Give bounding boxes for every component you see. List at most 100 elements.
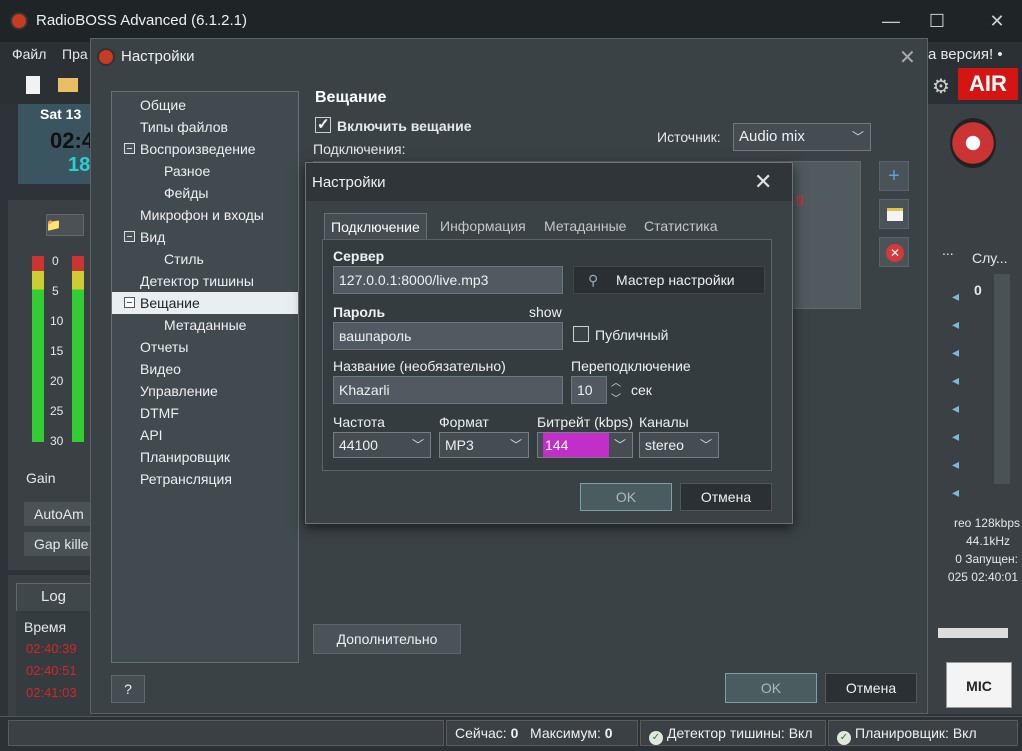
tree-item-broadcast[interactable]: Вещание [112,292,298,314]
log-tab[interactable]: Log [16,583,92,611]
password-label: Пароль [333,304,386,320]
help-button[interactable]: ? [111,675,145,703]
vertical-scrollbar[interactable] [994,274,1010,484]
close-icon[interactable]: ✕ [754,169,772,195]
server-input[interactable]: 127.0.0.1:8000/live.mp3 [333,266,563,294]
tree-item-control[interactable]: Управление [140,380,218,402]
menu-file[interactable]: Файл [12,46,46,62]
update-notice[interactable]: а версия! • [928,46,1003,63]
delete-connection-button[interactable]: ✕ [879,237,909,267]
bitrate-select[interactable]: 144 ﹀ [537,432,633,458]
source-label: Источник: [657,129,721,145]
tree-item-view[interactable]: Вид [120,226,165,248]
minimize-icon[interactable]: — [876,8,906,34]
gap-killer-button[interactable]: Gap kille [24,532,94,556]
password-input[interactable]: вашпароль [333,322,563,350]
advanced-button[interactable]: Дополнительно [313,624,461,654]
collapse-icon[interactable] [124,143,135,154]
edit-connection-button[interactable] [879,199,909,229]
spin-up-icon[interactable]: ︿ [611,374,621,389]
channels-select[interactable]: stereo ﹀ [639,432,719,458]
tree-item-video[interactable]: Видео [140,358,181,380]
name-input[interactable]: Khazarli [333,376,563,404]
settings-tree: Общие Типы файлов Воспроизведение Разное… [111,91,299,663]
tree-item-general[interactable]: Общие [140,94,186,116]
frequency-select[interactable]: 44100 ﹀ [333,432,431,458]
setup-wizard-button[interactable]: ⚲ Мастер настройки [573,266,765,294]
radioboss-logo-icon [10,12,28,30]
log-panel: Log Время 02:40:39 02:40:51 02:41:03 [8,575,92,720]
connection-dialog: Настройки ✕ Подключение Информация Метад… [305,162,793,524]
collapse-icon[interactable] [124,231,135,242]
open-folder-icon[interactable] [58,78,78,92]
tree-item-misc[interactable]: Разное [164,160,210,182]
enable-broadcast-checkbox[interactable] [315,115,331,133]
tree-item-file-types[interactable]: Типы файлов [140,116,228,138]
column-header-listeners[interactable]: Слу... [972,250,1008,266]
gear-icon[interactable]: ⚙ [932,74,950,99]
channels-value: stereo [645,437,684,453]
new-file-icon[interactable] [26,76,40,94]
tree-item-fades[interactable]: Фейды [164,182,208,204]
reconnect-unit: сек [631,382,652,398]
format-select[interactable]: MP3 ﹀ [439,432,529,458]
vu-bar-right [72,256,84,442]
tab-connection[interactable]: Подключение [324,213,427,239]
edit-icon [887,208,903,221]
channels-label: Каналы [639,414,689,430]
maximize-icon[interactable]: ☐ [922,8,952,34]
cancel-button[interactable]: Отмена [825,673,917,703]
show-password-link[interactable]: show [529,304,562,320]
vu-scale-10: 10 [50,314,64,328]
listener-count: 0 [974,282,982,298]
window-title: RadioBOSS Advanced (6.1.2.1) [36,12,247,29]
mic-button[interactable]: MIC [946,662,1012,708]
autoamp-button[interactable]: AutoAm [24,502,94,526]
tree-item-relay[interactable]: Ретрансляция [140,468,232,490]
now-label: Сейчас: [455,725,507,741]
add-connection-button[interactable]: + [879,161,909,191]
connection-panel: Сервер 127.0.0.1:8000/live.mp3 ⚲ Мастер … [322,239,772,471]
cancel-button[interactable]: Отмена [680,483,772,511]
ok-button[interactable]: OK [725,673,817,703]
column-header[interactable]: ... [942,242,954,258]
tree-item-reports[interactable]: Отчеты [140,336,188,358]
reconnect-input[interactable]: 10 [571,376,607,404]
mic-label: MIC [966,678,992,694]
reconnect-label: Переподключение [571,358,691,374]
ok-button[interactable]: OK [580,483,672,511]
tree-item-silence-detector[interactable]: Детектор тишины [140,270,254,292]
chevron-down-icon: ﹀ [851,130,864,144]
folder-icon: 📁 [46,218,61,232]
check-icon: ✓ [837,731,851,745]
close-icon[interactable]: ✕ [899,45,916,70]
menu-edit[interactable]: Пра [62,46,88,62]
settings-titlebar: Настройки ✕ [91,39,927,75]
tab-info[interactable]: Информация [434,213,532,239]
tab-metadata[interactable]: Метаданные [538,213,632,239]
tree-item-scheduler[interactable]: Планировщик [140,446,230,468]
log-time: 02:41:03 [26,685,77,700]
close-icon[interactable]: ✕ [982,8,1012,34]
frequency-value: 44100 [339,437,378,453]
public-label: Публичный [595,327,669,343]
tree-item-playback[interactable]: Воспроизведение [120,138,256,160]
tree-item-style[interactable]: Стиль [164,248,204,270]
tree-item-api[interactable]: API [140,424,163,446]
scheduler-status[interactable]: ✓ Планировщик: Вкл [828,720,1018,746]
spin-down-icon[interactable]: ﹀ [611,390,621,405]
tab-statistics[interactable]: Статистика [638,213,724,239]
main-titlebar: RadioBOSS Advanced (6.1.2.1) — ☐ ✕ [0,0,1022,42]
source-select[interactable]: Audio mix ﹀ [733,123,871,151]
silence-detector-status[interactable]: ✓ Детектор тишины: Вкл [640,720,826,746]
tree-item-mic-inputs[interactable]: Микрофон и входы [140,204,264,226]
tree-item-label: Воспроизведение [140,141,256,157]
public-checkbox[interactable] [573,326,589,342]
tree-item-metadata[interactable]: Метаданные [164,314,246,336]
format-value: MP3 [445,437,474,453]
tree-item-dtmf[interactable]: DTMF [140,402,179,424]
clock-time: 02:4 [50,128,95,153]
collapse-icon[interactable] [124,297,135,308]
clock-panel: Sat 13 02:4 18 [18,104,94,184]
settings-title: Настройки [121,48,195,65]
